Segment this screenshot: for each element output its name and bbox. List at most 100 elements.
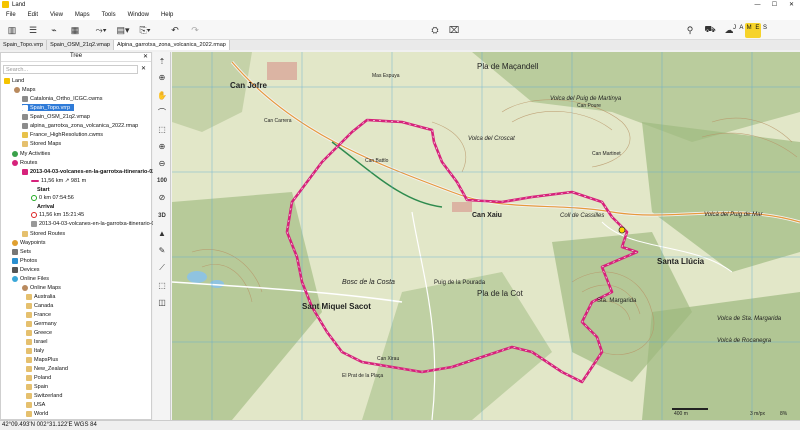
topographic-map[interactable]: Can Jofre Pla de Maçandell Volca del Pui… bbox=[172, 52, 800, 420]
tree-node-sets[interactable]: Sets bbox=[12, 248, 31, 255]
tree-node-map[interactable]: alpina_garrotxa_zona_volcanica_2022.rmap bbox=[22, 122, 138, 129]
tree-node-devices[interactable]: Devices bbox=[12, 266, 40, 273]
menu-help[interactable]: Help bbox=[161, 12, 173, 18]
tree-node-folder[interactable]: France bbox=[26, 311, 51, 318]
map-label: Volca del Puig de Martinya bbox=[550, 96, 622, 102]
layers-icon[interactable]: ⎘▾ bbox=[136, 23, 154, 37]
tree-node-photos[interactable]: Photos bbox=[12, 257, 37, 264]
map-label: Volcà de Rocanegra bbox=[717, 338, 772, 344]
map-tool-icon[interactable]: ▤▾ bbox=[114, 23, 132, 37]
tree-node-my-activities[interactable]: My Activities bbox=[12, 150, 50, 157]
tree-node-map[interactable]: Spain_OSM_21q2.vmap bbox=[22, 113, 90, 120]
tree-node-stored-routes[interactable]: Stored Routes bbox=[22, 230, 65, 237]
start-pin-icon bbox=[31, 194, 37, 201]
tab-alpina-garrotxa[interactable]: Alpina_garrotxa_zona_volcanica_2022.rmap bbox=[114, 40, 230, 50]
tree-node-map[interactable]: France_HighResolution.cwms bbox=[22, 131, 103, 138]
menu-window[interactable]: Window bbox=[128, 12, 149, 18]
route-arrival-info: 11,56 km 15:21:45 bbox=[31, 211, 84, 218]
menu-file[interactable]: File bbox=[6, 12, 16, 18]
tree-search-input[interactable]: Search... bbox=[3, 65, 138, 74]
folder-icon bbox=[26, 365, 32, 372]
tree-node-map-selected[interactable]: Spain_Topo.vrrp bbox=[22, 104, 75, 111]
tree-node-folder[interactable]: New_Zealand bbox=[26, 365, 68, 372]
tree-node-folder[interactable]: USA bbox=[26, 401, 45, 408]
tree-node-online-maps[interactable]: Online Maps bbox=[22, 284, 61, 291]
pan-hand-icon[interactable]: ✋ bbox=[155, 90, 169, 101]
measure-icon[interactable]: ⟋ bbox=[155, 262, 169, 273]
zoom-out-icon[interactable]: ⊖ bbox=[155, 158, 169, 169]
tree-node-folder[interactable]: Italy bbox=[26, 347, 44, 354]
satellite-icon[interactable]: ⛭ bbox=[428, 23, 442, 37]
tree-node-track-file[interactable]: 2013-04-03-volcanes-en-la-garrotxa-itine… bbox=[31, 220, 165, 227]
edit-pencil-icon[interactable]: ✎ bbox=[155, 245, 169, 256]
zoom-area-icon[interactable]: ⬚ bbox=[155, 124, 169, 135]
menu-edit[interactable]: Edit bbox=[28, 12, 38, 18]
tab-spain-osm[interactable]: Spain_OSM_21q2.vmap bbox=[47, 40, 114, 50]
layer-select-icon[interactable]: ◫ bbox=[155, 297, 169, 308]
zoom-level[interactable]: 8% bbox=[780, 411, 788, 417]
folder-icon bbox=[26, 374, 32, 381]
tree-node-route[interactable]: 2013-04-03-volcanes-en-la-garrotxa-itine… bbox=[22, 168, 155, 175]
menu-maps[interactable]: Maps bbox=[75, 12, 90, 18]
maximize-button[interactable]: ☐ bbox=[766, 0, 783, 9]
image-icon[interactable]: ▦ bbox=[68, 23, 82, 37]
draw-curve-icon[interactable]: ⌒ bbox=[155, 107, 169, 118]
route-arrival-label: Arrival bbox=[37, 203, 55, 210]
tree-node-waypoints[interactable]: Waypoints bbox=[12, 239, 45, 246]
tree-node-folder[interactable]: Poland bbox=[26, 374, 51, 381]
minimize-button[interactable]: — bbox=[749, 0, 766, 9]
tree-node-folder[interactable]: Greece bbox=[26, 329, 52, 336]
folder-icon bbox=[26, 293, 32, 300]
gps-device-icon[interactable]: ⌧ bbox=[447, 23, 461, 37]
tree-node-folder[interactable]: Switzerland bbox=[26, 392, 62, 399]
redo-icon[interactable]: ↷ bbox=[188, 23, 202, 37]
zoom-100-icon[interactable]: 100 bbox=[155, 175, 169, 186]
map-label: Bosc de la Costa bbox=[342, 279, 395, 286]
list-icon[interactable]: ☰ bbox=[26, 23, 40, 37]
folder-icon bbox=[22, 230, 28, 237]
tree-node-routes[interactable]: Routes bbox=[12, 159, 37, 166]
user-name[interactable]: J A M E S bbox=[733, 25, 768, 31]
tree-node-folder[interactable]: World bbox=[26, 410, 48, 417]
tree-node-maps[interactable]: Maps bbox=[14, 86, 35, 93]
tree-node-online-files[interactable]: Online Files bbox=[12, 275, 49, 282]
menu-view[interactable]: View bbox=[50, 12, 63, 18]
device-icon bbox=[12, 266, 18, 273]
tree-toggle-icon[interactable]: ▥ bbox=[5, 23, 19, 37]
tree-node-stored-maps[interactable]: Stored Maps bbox=[22, 140, 61, 147]
menu-tools[interactable]: Tools bbox=[102, 12, 116, 18]
terrain-icon[interactable]: ▲ bbox=[155, 228, 169, 239]
tree-node-land[interactable]: Land bbox=[4, 77, 24, 84]
tree-node-folder[interactable]: Germany bbox=[26, 320, 57, 327]
map-label: Can Battlo bbox=[365, 158, 389, 164]
folder-icon bbox=[26, 329, 32, 336]
map-label: Santa Llúcia bbox=[657, 257, 705, 266]
undo-icon[interactable]: ↶ bbox=[168, 23, 182, 37]
search-icon[interactable]: ⚲ bbox=[683, 23, 697, 37]
map-file-icon bbox=[22, 113, 28, 120]
north-arrow-icon[interactable]: ⇡ bbox=[155, 56, 169, 67]
zoom-in-icon[interactable]: ⊕ bbox=[155, 141, 169, 152]
clear-search-icon[interactable]: ✕ bbox=[141, 65, 146, 72]
route-start-label: Start bbox=[37, 186, 50, 193]
cart-icon[interactable]: ⛟ bbox=[703, 23, 717, 37]
locate-icon[interactable]: ⊕ bbox=[155, 72, 169, 83]
map-tools: ⇡ ⊕ ✋ ⌒ ⬚ ⊕ ⊖ 100 ⊘ 3D ▲ ✎ ⟋ ⬚ ◫ bbox=[153, 52, 171, 420]
tree-node-folder[interactable]: Canada bbox=[26, 302, 53, 309]
map-view[interactable]: Can Jofre Pla de Maçandell Volca del Pui… bbox=[172, 52, 800, 420]
ruler-icon[interactable]: ⊘ bbox=[155, 192, 169, 203]
close-button[interactable]: ✕ bbox=[783, 0, 800, 9]
select-rect-icon[interactable]: ⬚ bbox=[155, 280, 169, 291]
close-icon[interactable]: ✕ bbox=[143, 53, 148, 60]
tree-node-map[interactable]: Catalonia_Ortho_ICGC.cwms bbox=[22, 95, 102, 102]
track-start-marker[interactable] bbox=[618, 226, 626, 234]
tab-spain-topo[interactable]: Spain_Topo.vrrp bbox=[0, 40, 48, 50]
tree-node-folder[interactable]: Australia bbox=[26, 293, 55, 300]
3d-view-icon[interactable]: 3D bbox=[155, 210, 169, 221]
folder-icon bbox=[22, 140, 28, 147]
tree-node-folder[interactable]: Israel bbox=[26, 338, 47, 345]
route-tool-icon[interactable]: ⤳▾ bbox=[92, 23, 110, 37]
tree-node-folder[interactable]: MapsPlus bbox=[26, 356, 58, 363]
tree-node-folder[interactable]: Spain bbox=[26, 383, 48, 390]
chart-icon[interactable]: ⌁ bbox=[47, 23, 61, 37]
